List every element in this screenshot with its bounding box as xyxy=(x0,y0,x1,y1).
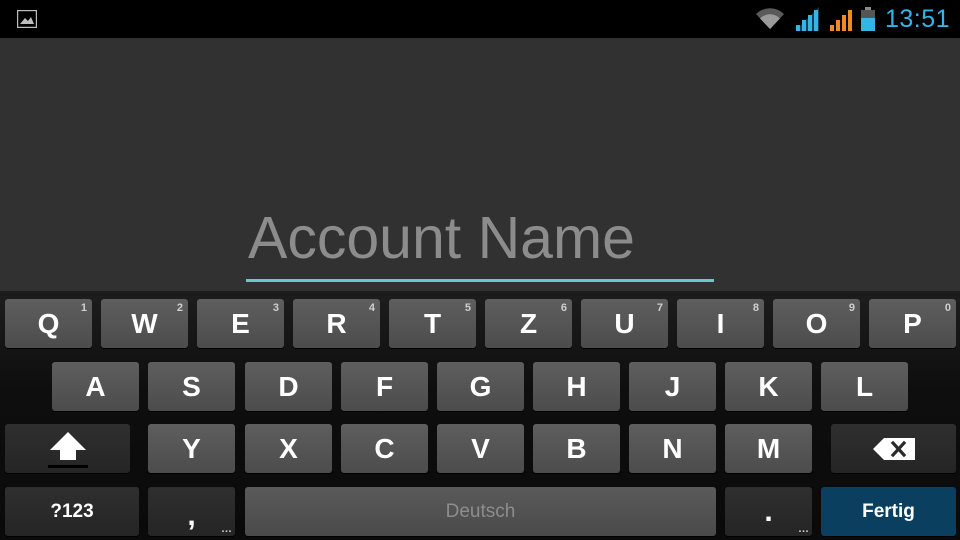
key-v[interactable]: V xyxy=(437,424,524,473)
account-name-underline xyxy=(246,279,714,282)
image-icon xyxy=(17,10,37,28)
battery-icon xyxy=(860,7,875,31)
soft-keyboard: Q1 W2 E3 R4 T5 Z6 U7 I8 O9 P0 A S D F G … xyxy=(0,291,960,540)
shift-key[interactable] xyxy=(5,424,130,473)
content-area xyxy=(0,38,960,291)
key-e[interactable]: E3 xyxy=(197,299,284,348)
key-x[interactable]: X xyxy=(245,424,332,473)
key-w[interactable]: W2 xyxy=(101,299,188,348)
symbols-key[interactable]: ?123 xyxy=(5,487,139,536)
shift-arrow-icon xyxy=(47,431,88,468)
backspace-icon xyxy=(872,437,915,460)
account-name-field[interactable] xyxy=(246,198,714,282)
period-key[interactable]: .… xyxy=(725,487,812,536)
clock: 13:51 xyxy=(884,4,950,33)
key-d[interactable]: D xyxy=(245,362,332,411)
key-y[interactable]: Y xyxy=(148,424,235,473)
status-bar: 13:51 xyxy=(0,0,960,38)
key-m[interactable]: M xyxy=(725,424,812,473)
key-t[interactable]: T5 xyxy=(389,299,476,348)
key-i[interactable]: I8 xyxy=(677,299,764,348)
key-b[interactable]: B xyxy=(533,424,620,473)
key-u[interactable]: U7 xyxy=(581,299,668,348)
key-j[interactable]: J xyxy=(629,362,716,411)
signal-blue-icon xyxy=(794,7,819,31)
key-a[interactable]: A xyxy=(52,362,139,411)
key-h[interactable]: H xyxy=(533,362,620,411)
signal-orange-icon xyxy=(829,10,852,31)
comma-key[interactable]: ,… xyxy=(148,487,235,536)
space-key[interactable]: Deutsch xyxy=(245,487,716,536)
key-n[interactable]: N xyxy=(629,424,716,473)
key-q[interactable]: Q1 xyxy=(5,299,92,348)
wifi-icon xyxy=(755,8,784,30)
delete-key[interactable] xyxy=(831,424,956,473)
key-g[interactable]: G xyxy=(437,362,524,411)
done-key[interactable]: Fertig xyxy=(821,487,956,536)
key-k[interactable]: K xyxy=(725,362,812,411)
key-s[interactable]: S xyxy=(148,362,235,411)
account-name-input[interactable] xyxy=(246,198,714,278)
key-l[interactable]: L xyxy=(821,362,908,411)
key-z[interactable]: Z6 xyxy=(485,299,572,348)
key-c[interactable]: C xyxy=(341,424,428,473)
key-o[interactable]: O9 xyxy=(773,299,860,348)
key-p[interactable]: P0 xyxy=(869,299,956,348)
key-f[interactable]: F xyxy=(341,362,428,411)
key-r[interactable]: R4 xyxy=(293,299,380,348)
